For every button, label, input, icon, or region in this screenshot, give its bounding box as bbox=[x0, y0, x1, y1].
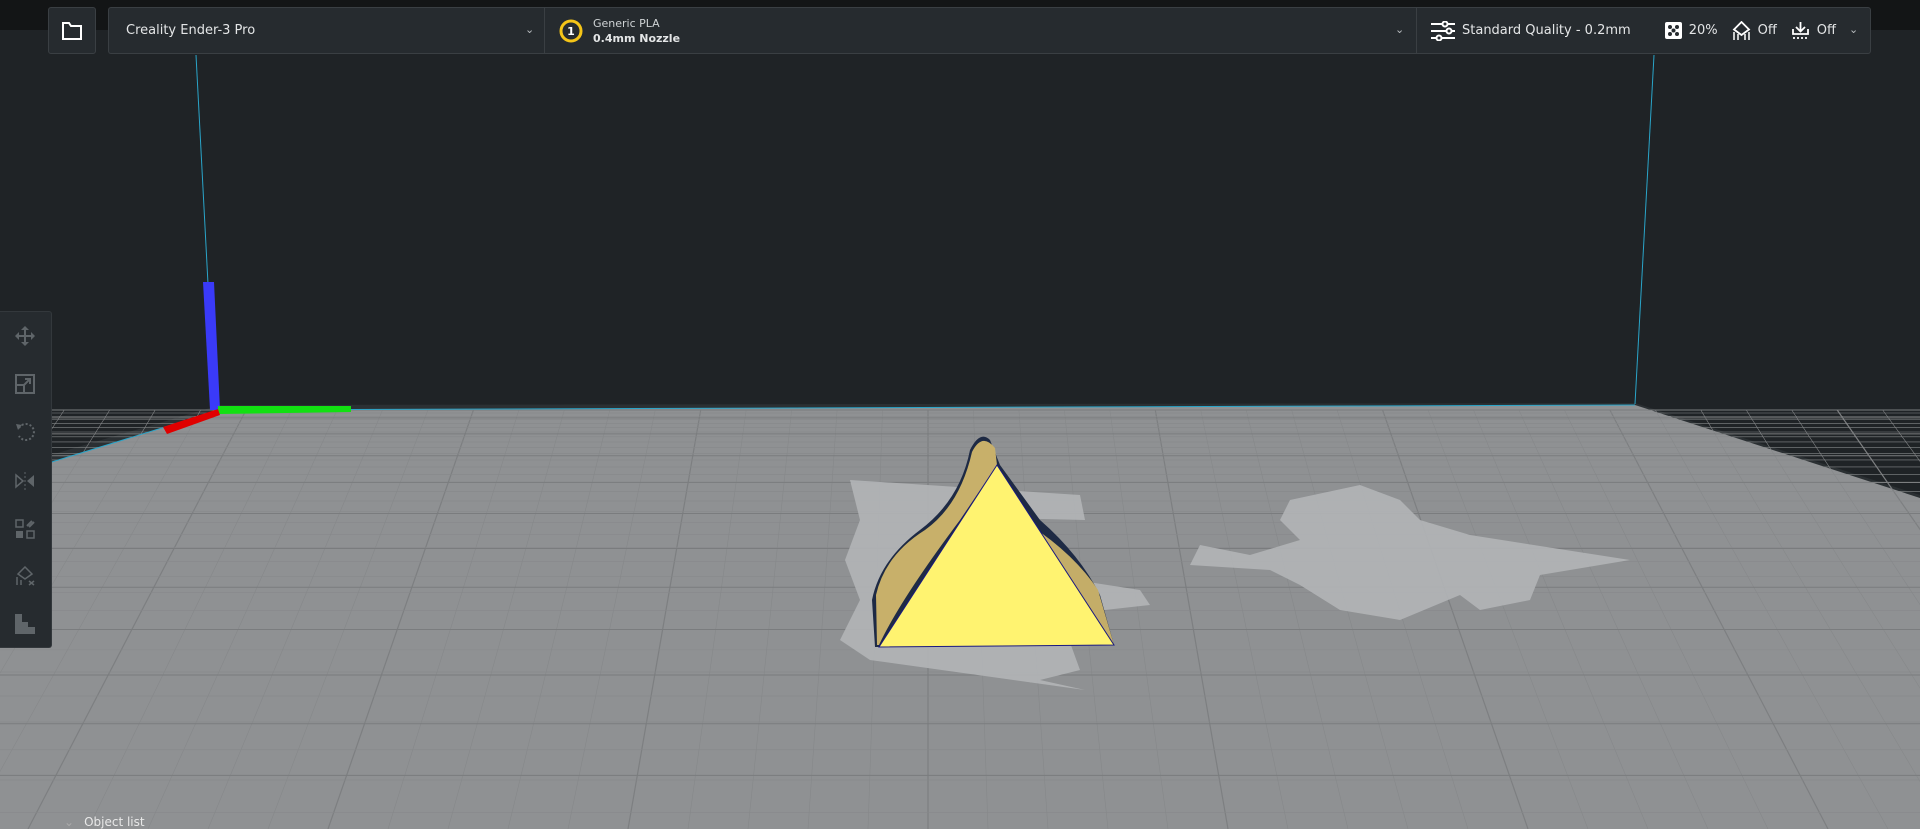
axis-z bbox=[203, 282, 220, 410]
object-list-label: Object list bbox=[84, 815, 145, 829]
support-blocker-button[interactable] bbox=[13, 564, 37, 588]
mirror-tool-button[interactable] bbox=[13, 469, 37, 493]
scale-tool-button[interactable] bbox=[13, 372, 37, 396]
adhesion-icon bbox=[1791, 22, 1809, 39]
folder-icon bbox=[62, 21, 82, 40]
print-settings-selector[interactable]: Standard Quality - 0.2mm 20% Off Off ⌄ bbox=[1416, 7, 1871, 54]
per-model-settings-button[interactable] bbox=[13, 517, 37, 541]
sliders-icon bbox=[1431, 20, 1455, 41]
quality-profile: Standard Quality - 0.2mm bbox=[1462, 23, 1631, 38]
open-file-button[interactable] bbox=[48, 7, 96, 54]
lay-flat-icon bbox=[15, 614, 35, 634]
scale-icon bbox=[15, 374, 35, 394]
nozzle-size: 0.4mm Nozzle bbox=[593, 31, 681, 45]
adhesion-value: Off bbox=[1816, 23, 1836, 38]
material-name: Generic PLA bbox=[593, 16, 660, 30]
svg-text:1: 1 bbox=[567, 25, 575, 38]
support-value: Off bbox=[1757, 23, 1777, 38]
support-blocker-icon bbox=[16, 566, 35, 586]
rotate-tool-button[interactable] bbox=[13, 420, 37, 444]
3d-viewport[interactable] bbox=[0, 0, 1920, 829]
build-volume-edge bbox=[1634, 54, 1655, 405]
chevron-down-icon: ⌄ bbox=[1849, 23, 1859, 36]
lay-flat-button[interactable] bbox=[13, 612, 37, 636]
material-selector[interactable]: 1 Generic PLA 0.4mm Nozzle ⌄ bbox=[544, 7, 1417, 54]
chevron-down-icon: ⌄ bbox=[64, 815, 75, 829]
infill-icon bbox=[1664, 22, 1682, 39]
infill-value: 20% bbox=[1688, 23, 1718, 38]
support-icon bbox=[1732, 21, 1750, 40]
tool-sidebar bbox=[0, 311, 52, 648]
move-icon bbox=[15, 326, 35, 346]
per-model-settings-icon bbox=[15, 519, 35, 539]
printer-selector[interactable]: Creality Ender-3 Pro ⌄ bbox=[108, 7, 545, 54]
extruder-icon: 1 bbox=[559, 19, 583, 42]
chevron-down-icon: ⌄ bbox=[525, 23, 535, 36]
mirror-icon bbox=[15, 472, 34, 490]
printer-name: Creality Ender-3 Pro bbox=[126, 23, 256, 38]
rotate-icon bbox=[16, 423, 35, 441]
object-list-toggle[interactable]: ⌄ Object list bbox=[64, 815, 145, 829]
chevron-down-icon: ⌄ bbox=[1395, 23, 1405, 36]
move-tool-button[interactable] bbox=[13, 324, 37, 348]
build-volume-edge bbox=[195, 54, 209, 285]
